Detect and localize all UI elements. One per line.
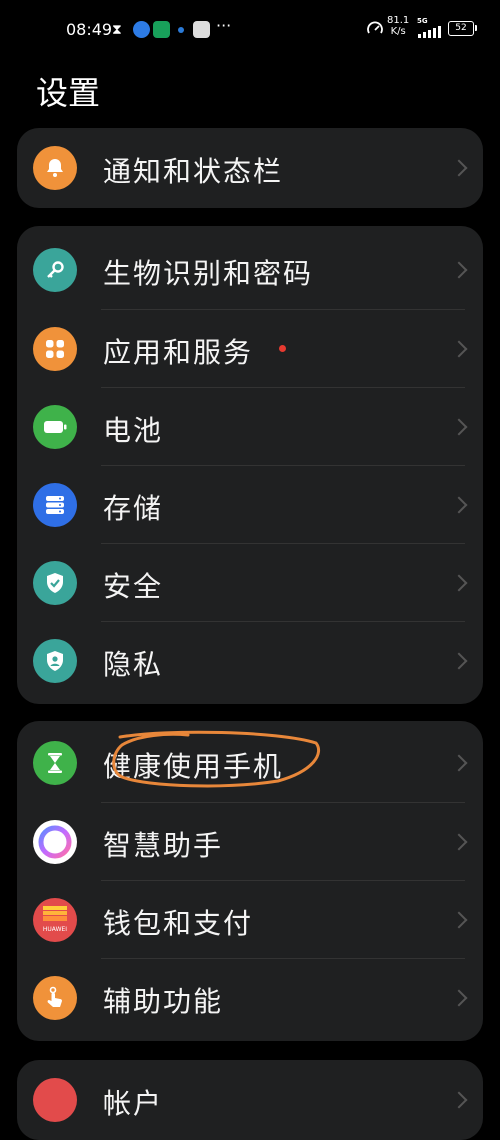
settings-item-biometrics[interactable]: 生物识别和密码 — [17, 226, 483, 310]
settings-item-account[interactable]: 帐户 — [17, 1060, 483, 1140]
storage-icon — [33, 483, 77, 527]
settings-group-1: 通知和状态栏 — [17, 128, 483, 208]
red-dot-badge — [279, 345, 286, 352]
hourglass-status-icon: ⧗ — [112, 22, 122, 38]
chevron-right-icon — [450, 159, 468, 177]
status-bar: 08:49 ⧗ ··· 81.1 K/s 5G 52 — [0, 0, 500, 62]
settings-item-label: 隐私 — [103, 648, 164, 681]
signal-icon — [418, 26, 441, 38]
settings-group-4: 帐户 — [17, 1060, 483, 1140]
bell-icon — [33, 146, 77, 190]
settings-item-storage[interactable]: 存储 — [17, 466, 483, 544]
settings-group-3: 健康使用手机 智慧助手 HUAWEI 钱包和支付 辅助功能 — [17, 721, 483, 1041]
settings-item-label: 应用和服务 — [103, 336, 254, 369]
chevron-right-icon — [450, 261, 468, 279]
settings-item-notifications[interactable]: 通知和状态栏 — [17, 128, 483, 208]
net-speed: 81.1 K/s — [387, 15, 409, 37]
chevron-right-icon — [450, 418, 468, 436]
chevron-right-icon — [450, 496, 468, 514]
net-speed-unit: K/s — [390, 26, 406, 37]
chevron-right-icon — [450, 911, 468, 929]
wallet-icon: HUAWEI — [33, 898, 77, 942]
privacy-icon — [33, 639, 77, 683]
battery-status-icon: 52 — [448, 21, 477, 36]
key-icon — [33, 248, 77, 292]
chevron-right-icon — [450, 652, 468, 670]
page-title: 设置 — [36, 74, 101, 112]
notification-dot-icon — [178, 27, 184, 33]
settings-item-security[interactable]: 安全 — [17, 544, 483, 622]
settings-item-label: 通知和状态栏 — [103, 155, 284, 188]
status-time: 08:49 — [66, 20, 113, 39]
settings-item-label: 健康使用手机 — [103, 750, 284, 783]
app-notification-icon-3 — [193, 21, 210, 38]
settings-item-label: 帐户 — [103, 1087, 164, 1120]
settings-item-label: 钱包和支付 — [103, 907, 254, 940]
settings-item-apps-services[interactable]: 应用和服务 — [17, 310, 483, 388]
account-icon — [33, 1078, 77, 1122]
network-type: 5G — [417, 17, 428, 25]
settings-item-battery[interactable]: 电池 — [17, 388, 483, 466]
settings-item-label: 存储 — [103, 492, 164, 525]
speedometer-icon — [367, 21, 383, 34]
apps-icon — [33, 327, 77, 371]
settings-item-label: 安全 — [103, 570, 164, 603]
settings-item-label: 辅助功能 — [103, 985, 224, 1018]
chevron-right-icon — [450, 989, 468, 1007]
settings-group-2: 生物识别和密码 应用和服务 电池 存储 安全 隐私 — [17, 226, 483, 704]
hourglass-icon — [33, 741, 77, 785]
settings-item-smart-assistant[interactable]: 智慧助手 — [17, 803, 483, 881]
battery-icon — [33, 405, 77, 449]
chevron-right-icon — [450, 833, 468, 851]
settings-item-label: 生物识别和密码 — [103, 257, 314, 290]
settings-item-accessibility[interactable]: 辅助功能 — [17, 959, 483, 1037]
accessibility-icon — [33, 976, 77, 1020]
chevron-right-icon — [450, 1091, 468, 1109]
settings-item-digital-balance[interactable]: 健康使用手机 — [17, 721, 483, 803]
settings-item-wallet[interactable]: HUAWEI 钱包和支付 — [17, 881, 483, 959]
assistant-icon — [33, 820, 77, 864]
chevron-right-icon — [450, 574, 468, 592]
wallet-icon-text: HUAWEI — [42, 926, 68, 933]
settings-item-privacy[interactable]: 隐私 — [17, 622, 483, 700]
settings-item-label: 电池 — [103, 414, 164, 447]
app-notification-icon-2 — [153, 21, 170, 38]
settings-item-label: 智慧助手 — [103, 829, 224, 862]
more-notifications-icon: ··· — [216, 16, 232, 35]
chevron-right-icon — [450, 340, 468, 358]
shield-icon — [33, 561, 77, 605]
chevron-right-icon — [450, 754, 468, 772]
net-speed-value: 81.1 — [387, 15, 410, 26]
app-notification-icon — [133, 21, 150, 38]
